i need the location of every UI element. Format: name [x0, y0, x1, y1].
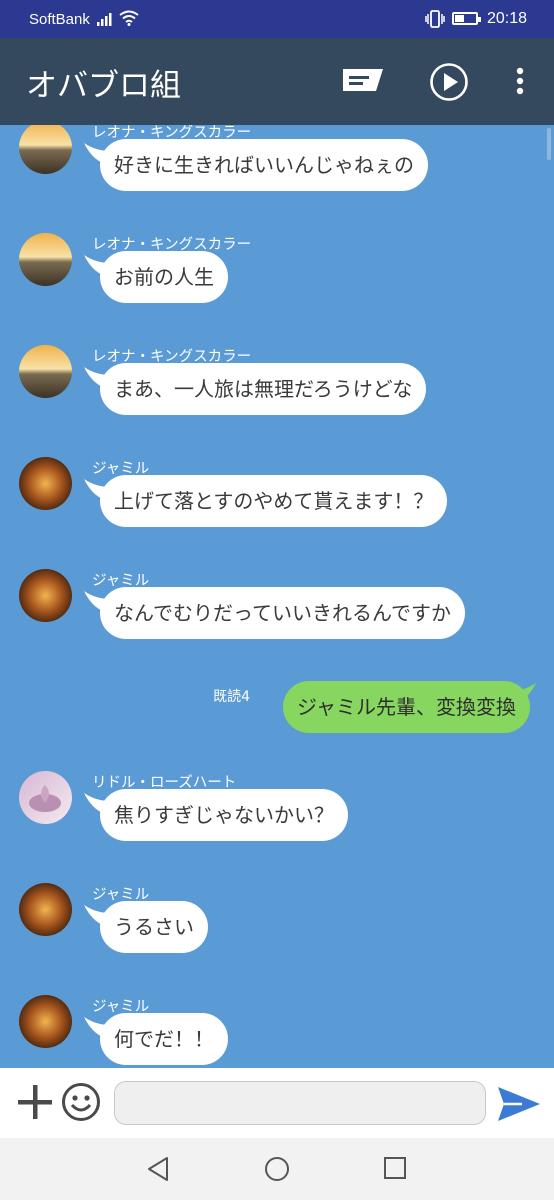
- message-bubble: 焦りすぎじゃないかい？: [100, 789, 348, 841]
- status-bar: SoftBank 20:18: [0, 0, 554, 38]
- emoji-icon[interactable]: [61, 1082, 101, 1126]
- my-message-bubble: ジャミル先輩、変換変換: [283, 681, 530, 733]
- chat-area[interactable]: レオナ・キングスカラー 好きに生きればいいんじゃねぇの レオナ・キングスカラー …: [0, 125, 554, 1068]
- jamil-avatar[interactable]: [19, 995, 72, 1048]
- system-nav-bar: [0, 1138, 554, 1200]
- jamil-avatar[interactable]: [19, 457, 72, 510]
- jamil-avatar[interactable]: [19, 569, 72, 622]
- wifi-icon: [119, 10, 139, 30]
- send-icon[interactable]: [498, 1087, 540, 1125]
- play-icon[interactable]: [429, 62, 469, 106]
- message-bubble: 何でだ！！: [100, 1013, 228, 1065]
- plus-icon[interactable]: [16, 1083, 54, 1125]
- home-icon[interactable]: [264, 1156, 290, 1186]
- leona-avatar[interactable]: [19, 125, 72, 174]
- clock: 20:18: [487, 10, 528, 27]
- message-bubble: うるさい: [100, 901, 208, 953]
- riddle-avatar[interactable]: [19, 771, 72, 824]
- leona-avatar[interactable]: [19, 233, 72, 286]
- message-input[interactable]: [114, 1081, 486, 1125]
- message-bubble: お前の人生: [100, 251, 228, 303]
- message-bubble: 上げて落とすのやめて貰えます！？: [100, 475, 448, 527]
- chat-scrollbar[interactable]: [547, 128, 551, 160]
- message-bubble: なんでむりだっていいきれるんですか: [100, 587, 465, 639]
- vibrate-icon: [425, 10, 445, 32]
- battery-icon: [452, 12, 481, 25]
- more-menu-icon[interactable]: [514, 67, 526, 101]
- notes-icon[interactable]: [343, 69, 383, 99]
- chat-title: オバブロ組: [26, 68, 181, 104]
- jamil-avatar[interactable]: [19, 883, 72, 936]
- signal-icon: [97, 12, 113, 30]
- app-header: オバブロ組: [0, 38, 554, 125]
- read-receipt: 既読4: [213, 689, 250, 705]
- recent-apps-icon[interactable]: [383, 1156, 407, 1184]
- message-bubble: まあ、一人旅は無理だろうけどな: [100, 363, 427, 415]
- back-icon[interactable]: [146, 1156, 170, 1186]
- message-bubble: 好きに生きればいいんじゃねぇの: [100, 139, 428, 191]
- leona-avatar[interactable]: [19, 345, 72, 398]
- message-input-bar: [0, 1068, 554, 1138]
- carrier-label: SoftBank: [29, 11, 90, 28]
